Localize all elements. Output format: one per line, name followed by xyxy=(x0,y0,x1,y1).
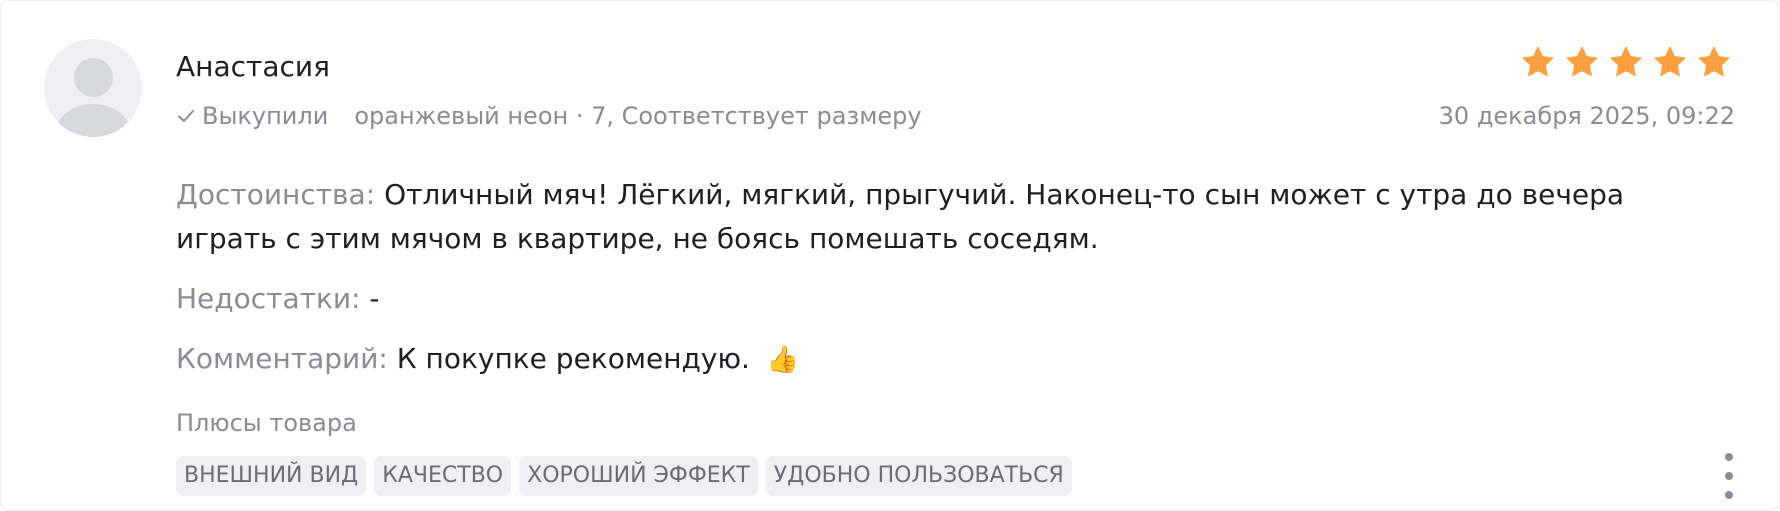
dot xyxy=(1725,491,1733,499)
review-card: Анастасия Выкупили оранжевый неон · 7, С… xyxy=(0,0,1780,511)
avatar xyxy=(44,39,142,137)
tags-title: Плюсы товара xyxy=(176,409,357,437)
thumbs-up-icon: 👍 xyxy=(766,345,800,375)
cons-label: Недостатки: xyxy=(176,282,361,315)
more-vertical-icon[interactable] xyxy=(1719,453,1739,499)
rating-stars xyxy=(1519,43,1733,81)
cons-section: Недостатки: - xyxy=(176,277,1656,321)
pros-section: Достоинства: Отличный мяч! Лёгкий, мягки… xyxy=(176,173,1656,261)
purchase-meta: Выкупили оранжевый неон · 7, Соответству… xyxy=(176,98,922,134)
dot xyxy=(1725,472,1733,480)
star-icon xyxy=(1697,45,1731,77)
tags-list: ВНЕШНИЙ ВИД КАЧЕСТВО ХОРОШИЙ ЭФФЕКТ УДОБ… xyxy=(176,456,1072,496)
pros-text: Отличный мяч! Лёгкий, мягкий, прыгучий. … xyxy=(176,178,1625,255)
variant-info: оранжевый неон · 7, Соответствует размер… xyxy=(354,102,922,130)
star-icon xyxy=(1653,45,1687,77)
star-icon xyxy=(1609,45,1643,77)
tag-chip[interactable]: ХОРОШИЙ ЭФФЕКТ xyxy=(519,456,758,496)
pros-label: Достоинства: xyxy=(176,178,376,211)
star-icon xyxy=(1565,45,1599,77)
tag-chip[interactable]: ВНЕШНИЙ ВИД xyxy=(176,456,367,496)
tag-chip[interactable]: КАЧЕСТВО xyxy=(374,456,512,496)
comment-section: Комментарий: К покупке рекомендую. 👍 xyxy=(176,337,1656,382)
author-name: Анастасия xyxy=(176,50,330,83)
bought-label: Выкупили xyxy=(202,102,329,130)
star-icon xyxy=(1521,45,1555,77)
check-icon xyxy=(178,110,194,122)
dot xyxy=(1725,453,1733,461)
review-date: 30 декабря 2025, 09:22 xyxy=(1438,102,1735,130)
tag-chip[interactable]: УДОБНО ПОЛЬЗОВАТЬСЯ xyxy=(765,456,1072,496)
avatar-head-shape xyxy=(74,58,113,97)
comment-text: К покупке рекомендую. xyxy=(396,342,750,375)
comment-label: Комментарий: xyxy=(176,342,388,375)
avatar-body-shape xyxy=(56,104,130,137)
cons-text: - xyxy=(369,282,380,315)
